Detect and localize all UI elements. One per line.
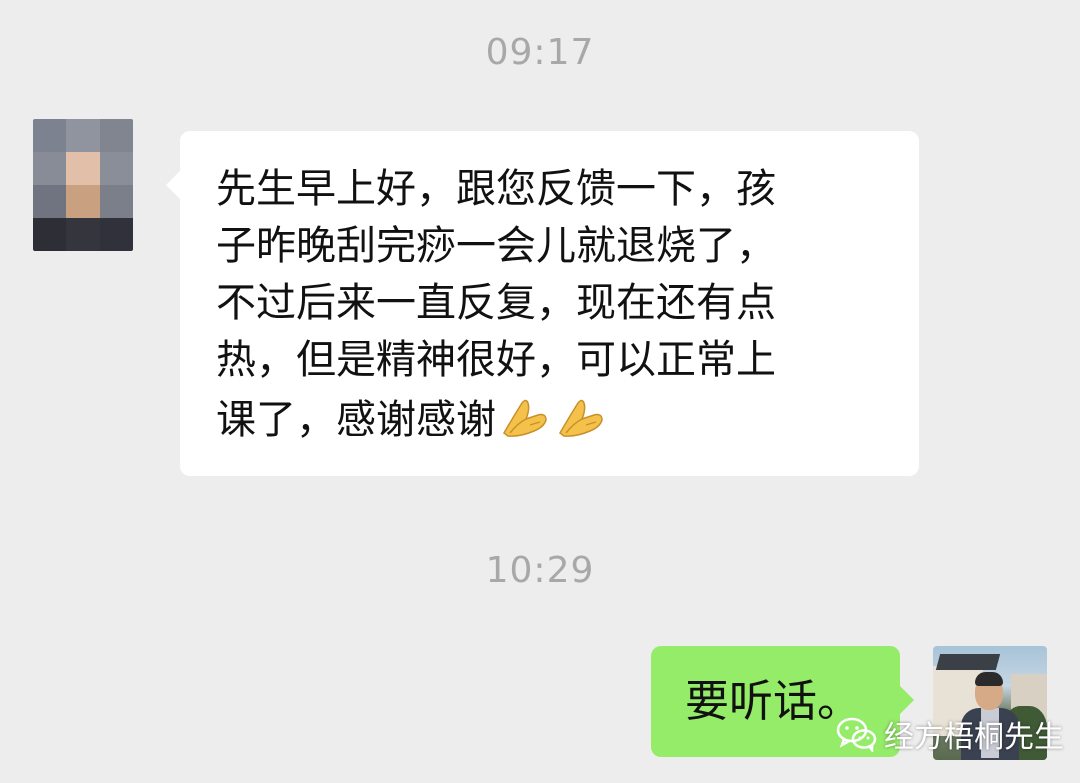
message-line: 不过后来一直反复，现在还有点 bbox=[216, 280, 776, 326]
wechat-logo-icon bbox=[836, 717, 877, 752]
avatar-person bbox=[975, 672, 1003, 686]
message-line: 先生早上好，跟您反馈一下，孩 bbox=[216, 166, 776, 212]
chat-view: 09:17 先生早上好，跟您反馈一下，孩 子昨晚刮完痧一会儿就退烧了， 不过后来… bbox=[0, 0, 1080, 783]
avatar-background bbox=[935, 654, 1001, 670]
message-line-last: 课了，感谢感谢 bbox=[216, 389, 883, 449]
message-text: 要听话。 bbox=[685, 676, 861, 727]
incoming-message-bubble[interactable]: 先生早上好，跟您反馈一下，孩 子昨晚刮完痧一会儿就退烧了， 不过后来一直反复，现… bbox=[166, 131, 919, 476]
folded-hands-icon bbox=[503, 399, 547, 437]
watermark: 经方梧桐先生 bbox=[836, 712, 1064, 756]
contact-avatar[interactable] bbox=[33, 119, 133, 251]
watermark-text: 经方梧桐先生 bbox=[884, 720, 1064, 755]
folded-hands-icon bbox=[559, 399, 603, 437]
message-line: 热，但是精神很好，可以正常上 bbox=[216, 337, 776, 383]
timestamp: 10:29 bbox=[485, 550, 595, 591]
message-line-text: 课了，感谢感谢 bbox=[216, 397, 496, 443]
timestamp: 09:17 bbox=[485, 32, 595, 73]
message-line: 子昨晚刮完痧一会儿就退烧了， bbox=[216, 223, 776, 269]
